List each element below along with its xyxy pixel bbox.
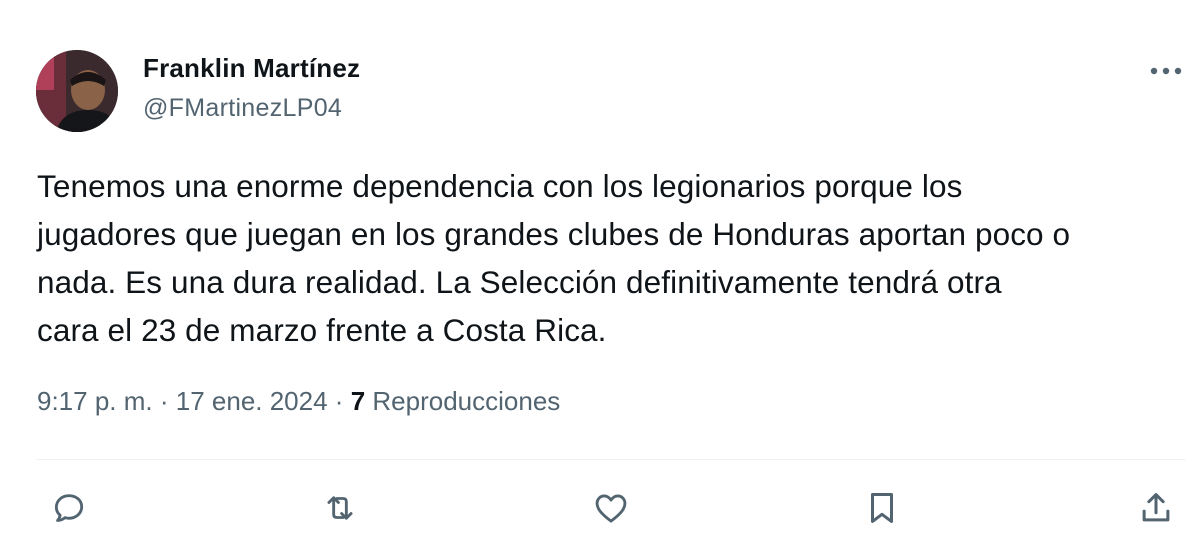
tweet-text-line: cara el 23 de marzo frente a Costa Rica. — [37, 312, 607, 348]
author-handle[interactable]: @FMartinezLP04 — [143, 94, 342, 123]
views-count: 7 — [350, 386, 366, 416]
retweet-button[interactable] — [318, 486, 362, 530]
tweet-meta: 9:17 p. m. · 17 ene. 2024 · 7 Reproducci… — [37, 386, 560, 417]
tweet-text: Tenemos una enorme dependencia con los l… — [37, 162, 1187, 354]
avatar[interactable] — [36, 50, 118, 132]
tweet-date[interactable]: 17 ene. 2024 — [176, 386, 328, 416]
share-icon — [1142, 493, 1170, 522]
divider — [36, 459, 1186, 460]
heart-icon — [595, 494, 627, 523]
tweet-time[interactable]: 9:17 p. m. — [37, 386, 153, 416]
meta-separator: · — [334, 386, 351, 416]
tweet-text-line: nada. Es una dura realidad. La Selección… — [37, 264, 1002, 300]
views-label: Reproducciones — [372, 386, 561, 416]
bookmark-button[interactable] — [860, 486, 904, 530]
more-options-button[interactable] — [1146, 56, 1186, 86]
more-options-icon — [1150, 67, 1182, 75]
avatar-image — [36, 50, 118, 132]
reply-icon — [54, 494, 84, 522]
meta-separator: · — [159, 386, 176, 416]
like-button[interactable] — [589, 486, 633, 530]
tweet-card: Franklin Martínez @FMartinezLP04 Tenemos… — [0, 0, 1200, 552]
tweet-text-line: Tenemos una enorme dependencia con los l… — [37, 168, 963, 204]
tweet-text-line: jugadores que juegan en los grandes club… — [37, 216, 1071, 252]
reply-button[interactable] — [47, 486, 91, 530]
retweet-icon — [327, 496, 353, 520]
views-link[interactable]: 7 Reproducciones — [351, 386, 561, 416]
share-button[interactable] — [1134, 486, 1178, 530]
bookmark-icon — [870, 493, 894, 523]
author-name[interactable]: Franklin Martínez — [143, 53, 360, 84]
